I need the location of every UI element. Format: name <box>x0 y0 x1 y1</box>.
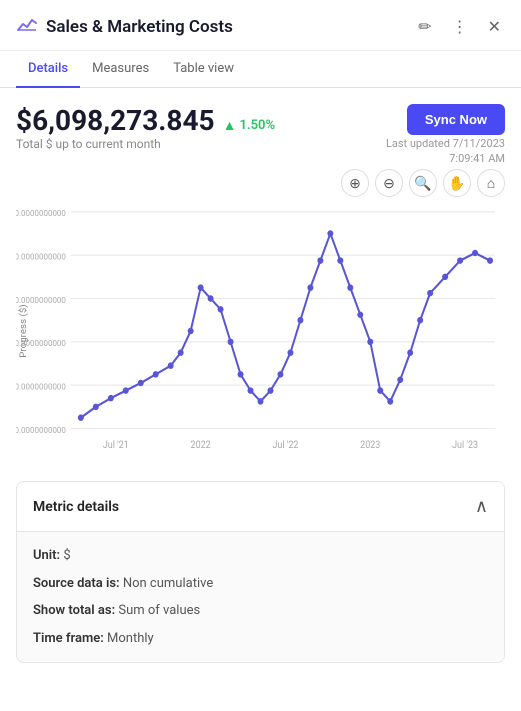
metric-details-card: Metric details ∧ Unit: $ Source data is:… <box>16 481 505 663</box>
tabs-bar: Details Measures Table view <box>0 51 521 88</box>
detail-source-value: Non cumulative <box>123 576 213 591</box>
detail-unit-label: Unit: <box>33 548 63 563</box>
tab-table-view[interactable]: Table view <box>161 51 246 88</box>
svg-text:2022: 2022 <box>191 440 211 451</box>
svg-text:Progress ($): Progress ($) <box>18 304 29 357</box>
metric-value: $6,098,273.845 <box>16 104 215 137</box>
detail-total-value: Sum of values <box>118 603 200 618</box>
metric-subtitle: Total $ up to current month <box>16 137 275 151</box>
last-updated-time: 7:09:41 AM <box>386 152 505 165</box>
tab-measures[interactable]: Measures <box>80 51 161 88</box>
sync-area: Sync Now Last updated 7/11/2023 7:09:41 … <box>386 104 505 165</box>
tab-details[interactable]: Details <box>16 51 80 88</box>
svg-text:8000000.0000000000: 8000000.0000000000 <box>16 252 66 262</box>
home-button[interactable]: ⌂ <box>477 169 505 197</box>
sync-now-button[interactable]: Sync Now <box>407 104 505 135</box>
metric-change: ▲ 1.50% <box>223 117 275 134</box>
more-button[interactable]: ⋮ <box>448 15 472 39</box>
svg-text:10000000.0000000000: 10000000.0000000000 <box>16 209 66 219</box>
detail-unit-value: $ <box>63 548 70 563</box>
main-content: $6,098,273.845 ▲ 1.50% Total $ up to cur… <box>0 88 521 679</box>
metric-details-body: Unit: $ Source data is: Non cumulative S… <box>17 532 504 662</box>
detail-source: Source data is: Non cumulative <box>33 574 488 594</box>
close-button[interactable]: ✕ <box>484 15 505 39</box>
detail-timeframe: Time frame: Monthly <box>33 629 488 649</box>
zoom-in-button[interactable]: ⊕ <box>341 169 369 197</box>
chart-toolbar: ⊕ ⊖ 🔍 ✋ ⌂ <box>16 169 505 197</box>
detail-source-label: Source data is: <box>33 576 123 591</box>
svg-text:Jul '23: Jul '23 <box>452 440 478 451</box>
detail-timeframe-label: Time frame: <box>33 631 107 646</box>
detail-timeframe-value: Monthly <box>107 631 154 646</box>
metric-details-title: Metric details <box>33 499 119 515</box>
metric-header-row: $6,098,273.845 ▲ 1.50% Total $ up to cur… <box>16 104 505 165</box>
zoom-out-button[interactable]: ⊖ <box>375 169 403 197</box>
svg-text:0.0000000000: 0.0000000000 <box>16 426 66 436</box>
pan-button[interactable]: ✋ <box>443 169 471 197</box>
chart-area: 10000000.0000000000 8000000.0000000000 6… <box>16 201 505 461</box>
metric-value-area: $6,098,273.845 ▲ 1.50% Total $ up to cur… <box>16 104 275 153</box>
detail-total: Show total as: Sum of values <box>33 601 488 621</box>
svg-text:Jul '21: Jul '21 <box>103 440 129 451</box>
change-percent: 1.50% <box>239 118 275 133</box>
header-chart-icon <box>16 14 38 40</box>
svg-text:2000000.0000000000: 2000000.0000000000 <box>16 382 66 392</box>
last-updated-date: Last updated 7/11/2023 <box>386 137 505 150</box>
edit-button[interactable]: ✏ <box>414 15 435 39</box>
header: Sales & Marketing Costs ✏ ⋮ ✕ <box>0 0 521 51</box>
svg-text:Jul '22: Jul '22 <box>272 440 298 451</box>
change-arrow-icon: ▲ <box>223 117 237 134</box>
metric-details-header[interactable]: Metric details ∧ <box>17 482 504 532</box>
chevron-up-icon: ∧ <box>475 496 488 517</box>
detail-unit: Unit: $ <box>33 546 488 566</box>
svg-text:2023: 2023 <box>360 440 380 451</box>
page-title: Sales & Marketing Costs <box>46 17 414 37</box>
detail-total-label: Show total as: <box>33 603 118 618</box>
header-actions: ✏ ⋮ ✕ <box>414 15 505 39</box>
magnify-button[interactable]: 🔍 <box>409 169 437 197</box>
